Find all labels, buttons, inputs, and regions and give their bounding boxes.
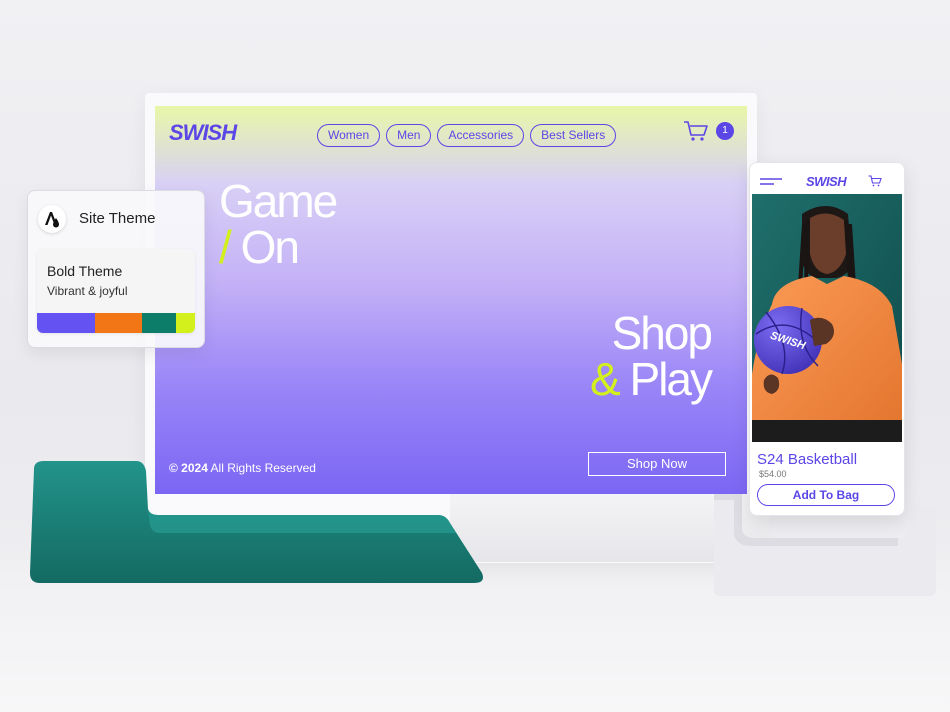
cart-count-badge[interactable]: 1	[716, 122, 734, 140]
copyright-year: © 2024	[169, 461, 208, 475]
hamburger-menu-icon[interactable]	[760, 178, 782, 186]
desktop-website: SWISH Women Men Accessories Best Sellers…	[155, 106, 747, 494]
theme-description: Vibrant & joyful	[47, 284, 128, 298]
hero-line-2: / On	[219, 224, 336, 270]
add-to-bag-button[interactable]: Add To Bag	[757, 484, 895, 506]
main-navigation: Women Men Accessories Best Sellers	[317, 124, 617, 147]
shop-now-button[interactable]: Shop Now	[588, 452, 726, 476]
hero-slash: /	[219, 221, 232, 273]
copyright-text: All Rights Reserved	[210, 461, 316, 475]
shop-line: Shop	[611, 307, 713, 359]
play-word: Play	[629, 353, 713, 405]
swatch-orange	[95, 313, 142, 333]
swatch-lime	[176, 313, 195, 333]
nav-women[interactable]: Women	[317, 124, 381, 147]
brand-logo[interactable]: SWISH	[169, 120, 237, 146]
product-price: $54.00	[759, 469, 787, 479]
swatch-purple	[37, 313, 95, 333]
theme-name: Bold Theme	[47, 263, 123, 279]
site-theme-title: Site Theme	[79, 210, 156, 227]
copyright: © 2024 All Rights Reserved	[169, 461, 316, 475]
cart-icon[interactable]	[683, 120, 709, 142]
hero-on: On	[240, 221, 300, 273]
bold-theme-option[interactable]: Bold Theme Vibrant & joyful	[37, 249, 195, 333]
droplet-font-icon	[38, 205, 66, 233]
nav-best-sellers[interactable]: Best Sellers	[530, 124, 617, 147]
product-photo: SWISH	[752, 194, 902, 442]
mobile-preview: SWISH SWISH S24 Basketball $54.00 Add To…	[749, 162, 905, 516]
hero-headline: Game / On	[219, 175, 338, 270]
shop-play-headline: Shop & Play	[590, 307, 713, 405]
swatch-teal	[142, 313, 176, 333]
hero-line-1: Game	[219, 175, 338, 227]
nav-accessories[interactable]: Accessories	[437, 124, 525, 147]
ampersand: &	[590, 353, 621, 405]
mobile-cart-icon[interactable]	[868, 175, 882, 187]
site-theme-panel: Site Theme Bold Theme Vibrant & joyful	[27, 190, 205, 348]
play-line: & Play	[590, 353, 713, 405]
nav-men[interactable]: Men	[386, 124, 432, 147]
mobile-brand-logo[interactable]: SWISH	[806, 174, 847, 189]
color-swatches	[37, 313, 195, 333]
product-name[interactable]: S24 Basketball	[757, 451, 857, 468]
